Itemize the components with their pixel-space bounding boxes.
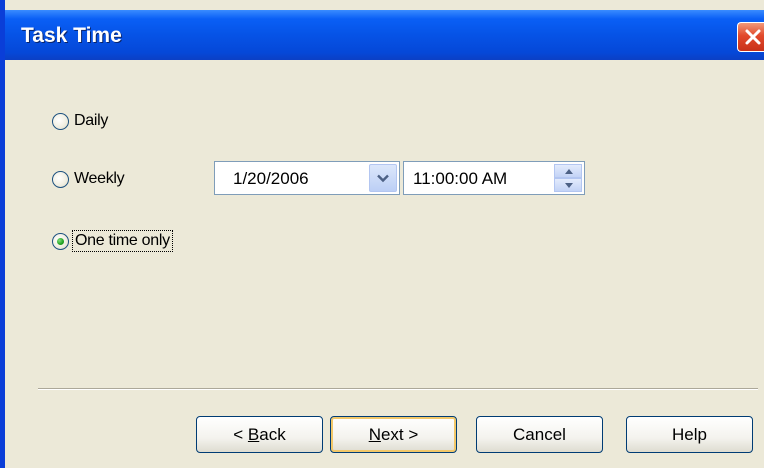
time-value: 11:00:00 AM bbox=[413, 169, 508, 188]
chevron-down-icon bbox=[377, 174, 389, 183]
date-value: 1/20/2006 bbox=[233, 169, 309, 188]
separator bbox=[38, 388, 758, 390]
close-button[interactable] bbox=[737, 22, 764, 52]
help-label: Help bbox=[672, 425, 707, 444]
radio-one-time-only-label[interactable]: One time only bbox=[72, 230, 173, 252]
radio-weekly[interactable]: Weekly bbox=[52, 170, 125, 188]
next-button[interactable]: Next > bbox=[330, 416, 457, 453]
cancel-button[interactable]: Cancel bbox=[476, 416, 603, 453]
time-spinner[interactable] bbox=[554, 164, 582, 192]
spin-down-button[interactable] bbox=[554, 178, 582, 192]
back-prefix: < bbox=[233, 425, 248, 444]
spin-up-icon bbox=[565, 169, 573, 174]
radio-one-time-only-circle[interactable] bbox=[52, 232, 69, 250]
help-button[interactable]: Help bbox=[626, 416, 753, 453]
radio-weekly-circle[interactable] bbox=[52, 170, 69, 188]
next-label: ext > bbox=[380, 425, 419, 444]
close-icon bbox=[745, 29, 761, 45]
task-time-dialog: Task Time Daily Weekly One time only 1/2… bbox=[0, 0, 764, 468]
date-picker[interactable]: 1/20/2006 bbox=[214, 161, 400, 195]
spin-up-button[interactable] bbox=[554, 164, 582, 178]
spin-down-icon bbox=[565, 183, 573, 188]
title-bar[interactable]: Task Time bbox=[5, 10, 764, 60]
back-mnemonic: B bbox=[247, 425, 260, 444]
time-picker[interactable]: 11:00:00 AM bbox=[403, 161, 585, 195]
back-button[interactable]: < Back bbox=[196, 416, 323, 453]
date-dropdown-button[interactable] bbox=[369, 164, 397, 192]
next-mnemonic: N bbox=[368, 425, 381, 444]
back-label: ack bbox=[259, 425, 286, 444]
radio-daily-label[interactable]: Daily bbox=[74, 112, 108, 130]
radio-one-time-only[interactable]: One time only bbox=[52, 230, 173, 252]
window-title: Task Time bbox=[21, 24, 122, 47]
radio-weekly-label[interactable]: Weekly bbox=[74, 170, 125, 188]
cancel-label: Cancel bbox=[513, 425, 566, 444]
radio-daily-circle[interactable] bbox=[52, 112, 69, 130]
radio-daily[interactable]: Daily bbox=[52, 112, 108, 130]
